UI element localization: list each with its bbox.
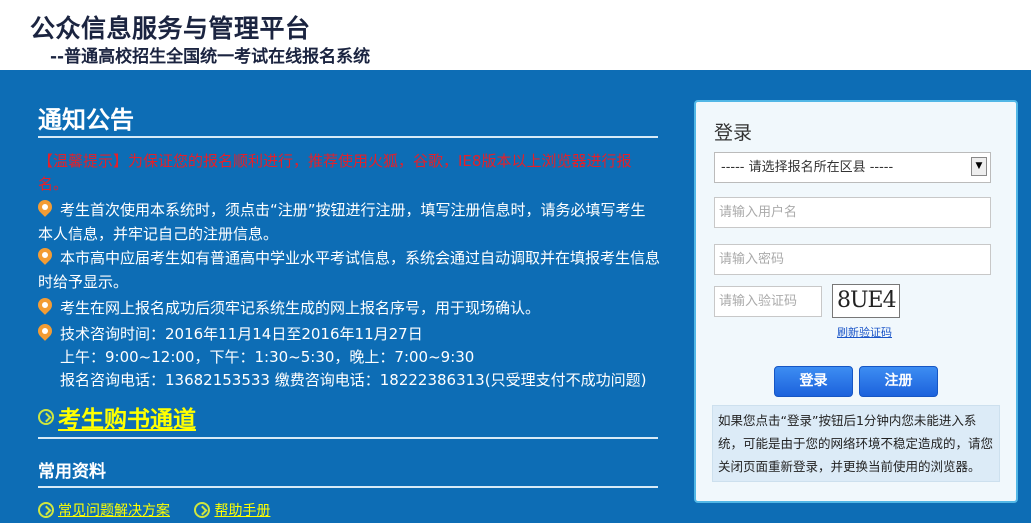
district-select[interactable]: ----- 请选择报名所在区县 ----- ▼ xyxy=(714,152,991,183)
circle-arrow-icon xyxy=(194,502,211,518)
help-manual-link-item[interactable]: 帮助手册 xyxy=(194,500,270,520)
refresh-captcha-link[interactable]: 刷新验证码 xyxy=(837,324,892,340)
warning-text: 【温馨提示】为保证您的报名顺利进行，推荐使用火狐，谷歌，IE8版本以上浏览器进行… xyxy=(38,152,632,193)
login-button[interactable]: 登录 xyxy=(774,366,853,397)
resources-title: 常用资料 xyxy=(38,462,106,482)
notice-item: 考生首次使用本系统时，须点击“注册”按钮进行注册，填写注册信息时，请务必填写考生… xyxy=(35,197,660,246)
district-select-value: ----- 请选择报名所在区县 ----- xyxy=(721,160,894,175)
notice-item-text: 考生首次使用本系统时，须点击“注册”按钮进行注册，填写注册信息时，请务必填写考生… xyxy=(38,201,646,243)
location-pin-icon xyxy=(35,321,55,341)
help-manual-link[interactable]: 帮助手册 xyxy=(214,503,270,519)
tech-consult: 技术咨询时间：2016年11月14日至2016年11月27日 上午：9:00~1… xyxy=(35,321,660,394)
notice-title: 通知公告 xyxy=(38,106,134,134)
site-title: 公众信息服务与管理平台 xyxy=(30,14,311,43)
username-input[interactable] xyxy=(714,197,991,228)
notice-item-text: 本市高中应届考生如有普通高中学业水平考试信息，系统会通过自动调取并在填报考生信息… xyxy=(38,249,661,291)
tech-phones: 报名咨询电话：13682153533 缴费咨询电话：18222386313(只受… xyxy=(60,371,647,389)
resources-links: 常见问题解决方案 帮助手册 xyxy=(38,500,290,520)
captcha-image[interactable]: 8UE4 xyxy=(832,284,900,318)
password-input[interactable] xyxy=(714,244,991,275)
notice-divider xyxy=(38,136,658,138)
book-divider xyxy=(38,437,658,439)
circle-arrow-icon xyxy=(38,502,54,518)
login-panel: 登录 ----- 请选择报名所在区县 ----- ▼ 8UE4 刷新验证码 登录… xyxy=(694,100,1018,503)
book-channel[interactable]: 考生购书通道 xyxy=(38,400,196,434)
site-subtitle: --普通高校招生全国统一考试在线报名系统 xyxy=(50,47,371,67)
resources-divider xyxy=(38,486,658,488)
dropdown-arrow-icon[interactable]: ▼ xyxy=(971,157,987,176)
login-help-note: 如果您点击“登录”按钮后1分钟内您未能进入系统，可能是由于您的网络环境不稳定造成… xyxy=(712,405,1000,482)
captcha-input[interactable] xyxy=(714,286,822,317)
faq-link-item[interactable]: 常见问题解决方案 xyxy=(38,500,170,520)
circle-arrow-icon xyxy=(38,409,54,425)
book-channel-link[interactable]: 考生购书通道 xyxy=(58,407,196,433)
faq-link[interactable]: 常见问题解决方案 xyxy=(58,503,170,519)
tech-time: 技术咨询时间：2016年11月14日至2016年11月27日 xyxy=(60,325,423,343)
notice-item: 本市高中应届考生如有普通高中学业水平考试信息，系统会通过自动调取并在填报考生信息… xyxy=(35,245,661,294)
notice-item-text: 考生在网上报名成功后须牢记系统生成的网上报名序号，用于现场确认。 xyxy=(60,299,541,317)
header: 公众信息服务与管理平台 --普通高校招生全国统一考试在线报名系统 xyxy=(0,0,1031,70)
tech-hours: 上午：9:00~12:00，下午：1:30~5:30，晚上：7:00~9:30 xyxy=(60,348,475,366)
register-button[interactable]: 注册 xyxy=(859,366,938,397)
notice-item: 考生在网上报名成功后须牢记系统生成的网上报名序号，用于现场确认。 xyxy=(35,295,660,320)
login-title: 登录 xyxy=(714,122,753,144)
